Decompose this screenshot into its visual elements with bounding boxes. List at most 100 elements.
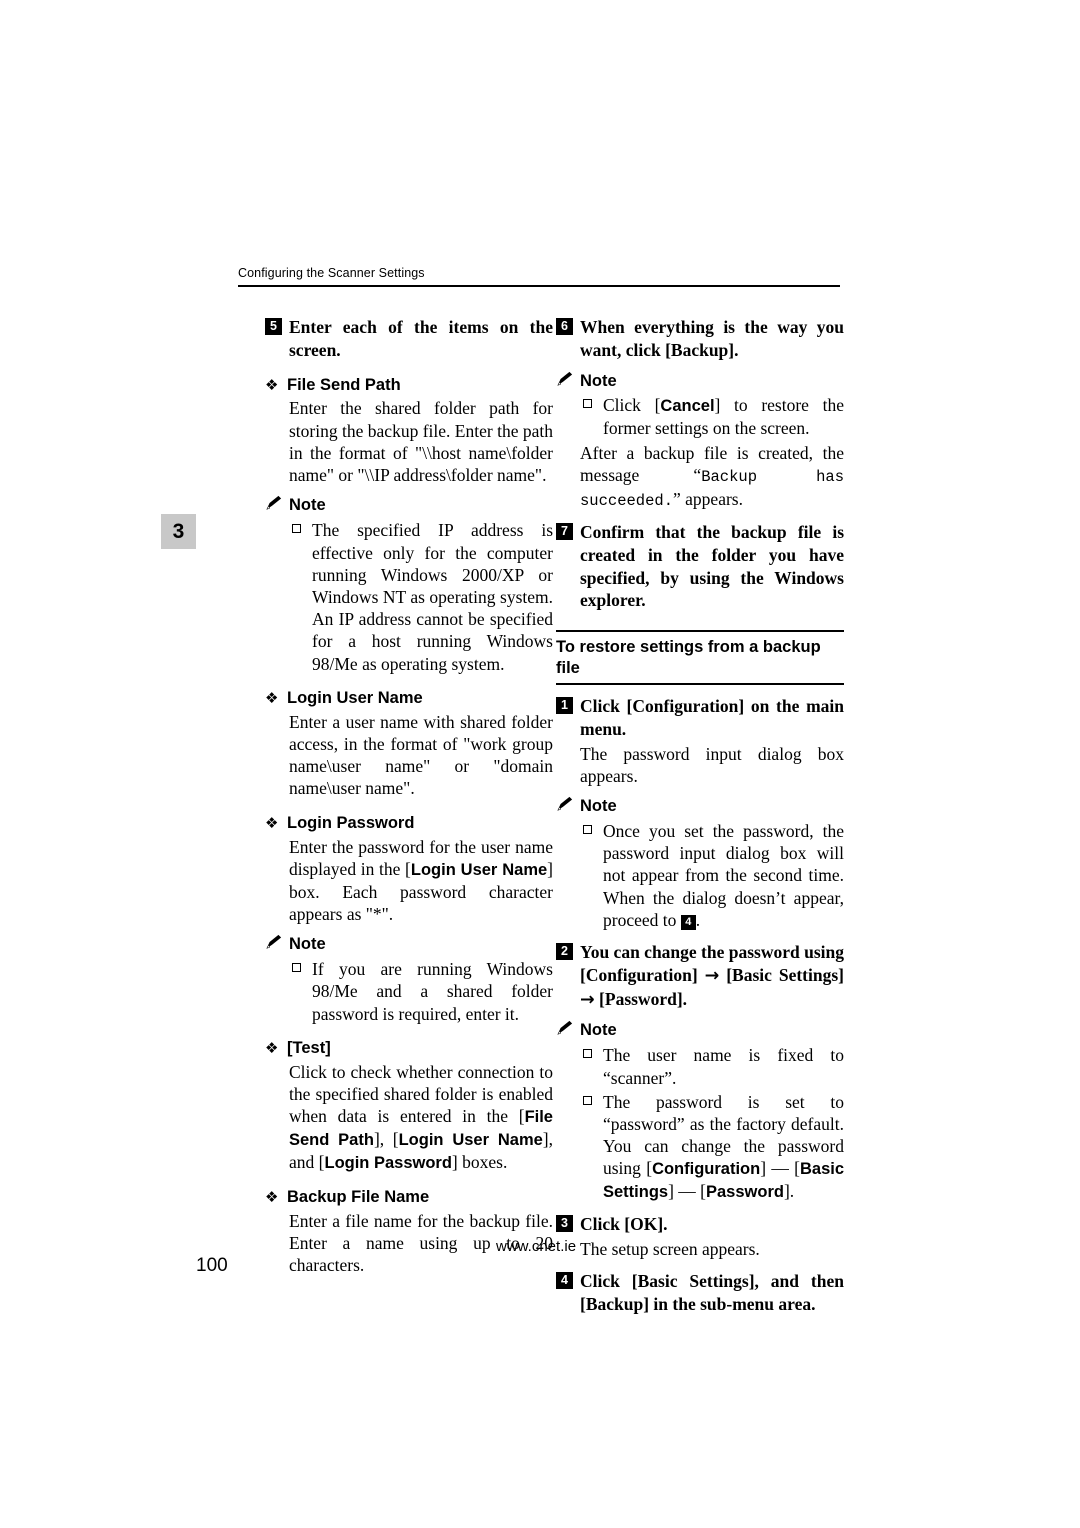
backup-file-name-body: Enter a file name for the backup file. E… [289, 1211, 553, 1276]
step-4-text-1: Click [ [580, 1271, 638, 1292]
step-2-end: ]. [676, 988, 688, 1009]
note-item-4-text-2: . [695, 909, 701, 930]
login-password-body: Enter the password for the user name dis… [265, 836, 553, 926]
step-3: 3 Click [OK]. [556, 1213, 844, 1236]
step-2-bracket-1: [ [719, 964, 733, 985]
pencil-icon [557, 1021, 573, 1036]
heading-test: ❖ [Test] [265, 1038, 553, 1059]
note-square-icon [583, 824, 592, 834]
diamond-bullet-icon: ❖ [265, 1188, 279, 1207]
step-1-text-1: Click [ [580, 696, 633, 717]
step-1-body: The password input dialog box appears. [580, 743, 844, 786]
test-bold-2: Login User Name [398, 1131, 543, 1150]
header-rule [238, 285, 840, 287]
note-item-2-text: If you are running Windows 98/Me and a s… [312, 959, 553, 1024]
note-item-2: If you are running Windows 98/Me and a s… [265, 958, 553, 1025]
step-3-text-1: Click [ [580, 1214, 631, 1235]
page-number: 100 [196, 1255, 228, 1276]
note-label-3: Note [580, 371, 617, 390]
note-heading-2: Note [265, 934, 553, 955]
heading-login-user-name: ❖ Login User Name [265, 688, 553, 709]
note-label-2: Note [289, 935, 326, 954]
arrow-icon-2: → [580, 989, 595, 1010]
note-heading-3: Note [556, 371, 844, 392]
step-4-bold-1: Basic Settings [637, 1271, 749, 1292]
step-7: 7 Confirm that the backup file is created… [556, 521, 844, 612]
step-number-6: 6 [556, 318, 573, 335]
note-item-6-end: ]. [783, 1181, 795, 1202]
step-number-1: 1 [556, 697, 573, 715]
step-3-body: The setup screen appears. [580, 1239, 760, 1260]
note-square-icon [583, 1049, 592, 1059]
left-column: 5 Enter each of the items on the screen. … [265, 316, 553, 1279]
diamond-bullet-icon: ❖ [265, 813, 279, 832]
note-item-5: The user name is fixed to “scanner”. [556, 1044, 844, 1088]
step-1-bold: Configuration [632, 696, 739, 717]
step-number-3: 3 [556, 1215, 573, 1233]
step-number-5: 5 [265, 318, 282, 335]
note-item-3: Click [Cancel] to restore the former set… [556, 394, 844, 439]
note-heading-1: Note [265, 495, 553, 516]
step-5-text: Enter each of the items on the screen. [289, 317, 553, 360]
note-square-icon [583, 1095, 592, 1105]
step-2: 2 You can change the password using [Conf… [556, 941, 844, 1011]
pencil-icon [266, 496, 282, 511]
step-number-2: 2 [556, 943, 573, 961]
running-header: Configuring the Scanner Settings [238, 266, 425, 280]
step-6-bold: Backup [670, 339, 729, 360]
note-label-4: Note [580, 797, 617, 816]
step-6-text-2: ]. [728, 339, 739, 360]
step-5: 5 Enter each of the items on the screen. [265, 316, 553, 362]
note-item-6-bold-3: Password [706, 1183, 784, 1202]
note-item-3-text-1: Click [ [603, 395, 661, 416]
right-column: 6 When everything is the way you want, cl… [556, 316, 844, 1318]
arrow-icon: → [704, 965, 720, 986]
section-heading-restore: To restore settings from a backup file [556, 630, 844, 686]
step-4: 4 Click [Basic Settings], and then [Backu… [556, 1270, 844, 1316]
note-label-5: Note [580, 1021, 617, 1040]
note-item-5-text: The user name is fixed to “scanner”. [603, 1045, 844, 1088]
heading-login-user-name-label: Login User Name [287, 688, 423, 707]
step-3-text-2: ]. [657, 1214, 668, 1235]
step-4-text-3: ] in the sub-menu area. [643, 1294, 816, 1314]
inline-step-number-4: 4 [680, 914, 696, 930]
login-user-name-body: Enter a user name with shared folder acc… [289, 711, 553, 799]
note-item-3-bold: Cancel [660, 397, 715, 416]
note-heading-4: Note [556, 796, 844, 817]
test-body-2: ], [ [373, 1129, 399, 1150]
note-item-4: Once you set the password, the password … [556, 820, 844, 931]
step-6-after-2: ” appears. [673, 488, 743, 509]
diamond-bullet-icon: ❖ [265, 688, 279, 707]
test-body-4: ] boxes. [451, 1152, 508, 1173]
note-item-6: The password is set to “password” as the… [556, 1091, 844, 1204]
note-square-icon [292, 963, 301, 973]
heading-login-password-label: Login Password [287, 813, 415, 832]
step-4-bold-2: Backup [585, 1294, 644, 1314]
step-2-bold-3: Password [604, 988, 677, 1009]
note-item-6-dash-2: ] — [ [668, 1181, 706, 1202]
step-6: 6 When everything is the way you want, cl… [556, 316, 844, 362]
test-body: Click to check whether connection to the… [265, 1061, 553, 1174]
chapter-tab: 3 [161, 514, 196, 549]
test-body-1: Click to check whether connection to the… [289, 1061, 553, 1127]
heading-test-label: [Test] [287, 1038, 331, 1057]
note-item-6-dash-1: ] — [ [760, 1158, 800, 1179]
step-2-mid: ] [691, 964, 705, 985]
step-2-bracket-2: [ [594, 988, 605, 1009]
pencil-icon [557, 371, 573, 386]
note-heading-5: Note [556, 1020, 844, 1041]
step-number-7: 7 [556, 523, 573, 541]
note-item-1-text: The specified IP address is effective on… [312, 520, 553, 674]
test-bold-3: Login Password [324, 1154, 452, 1173]
heading-login-password: ❖ Login Password [265, 813, 553, 834]
diamond-bullet-icon: ❖ [265, 375, 279, 394]
pencil-icon [557, 796, 573, 811]
step-1: 1 Click [Configuration] on the main menu. [556, 695, 844, 741]
step-number-4: 4 [556, 1272, 573, 1290]
login-password-bold-1: Login User Name [410, 860, 548, 879]
step-7-text: Confirm that the backup file is created … [580, 522, 844, 611]
document-page: Configuring the Scanner Settings 3 100 w… [0, 0, 1080, 1528]
note-square-icon [292, 524, 301, 534]
note-label-1: Note [289, 496, 326, 515]
heading-file-send-path: ❖ File Send Path [265, 375, 553, 396]
